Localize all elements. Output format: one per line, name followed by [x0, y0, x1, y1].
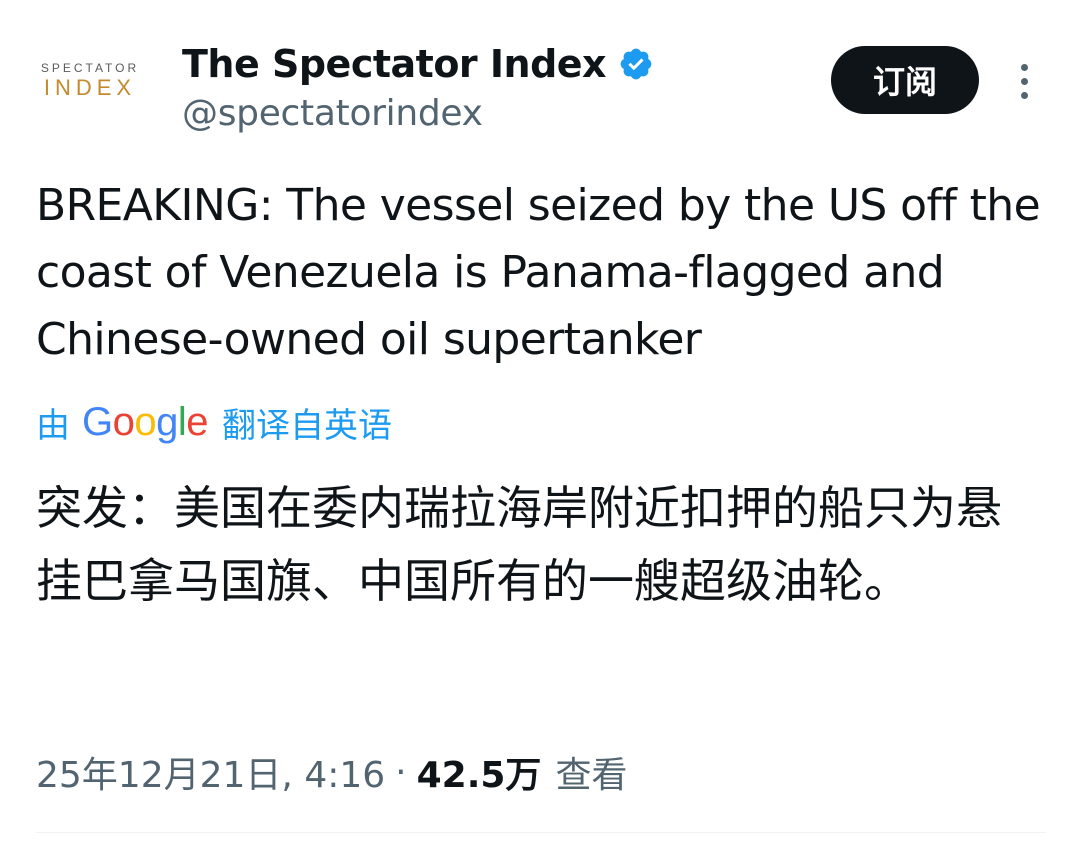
author-handle[interactable]: @spectatorindex [182, 90, 483, 138]
more-dot [1020, 63, 1028, 71]
meta-separator: · [395, 751, 407, 793]
verified-badge-icon [618, 46, 654, 82]
tweet-meta: 25年12月21日, 4:16 · 42.5万 查看 [36, 745, 627, 799]
subscribe-button[interactable]: 订阅 [831, 46, 979, 114]
views-label: 查看 [555, 755, 628, 796]
translated-tweet-text: 突发：美国在委内瑞拉海岸附近扣押的船只为悬挂巴拿马国旗、中国所有的一艘超级油轮。 [36, 481, 1002, 608]
divider [36, 832, 1046, 833]
translation-attribution[interactable]: 由 Google 翻译自英语 [36, 396, 392, 448]
more-options-icon[interactable] [1004, 56, 1044, 106]
author-display-name[interactable]: The Spectator Index [182, 38, 607, 90]
author-name-row: The Spectator Index [182, 38, 654, 90]
avatar-line2: INDEX [43, 75, 137, 100]
views-count: 42.5万 [416, 755, 542, 796]
more-dot [1020, 91, 1028, 99]
tweet-header: SPECTATOR INDEX The Spectator Index @spe… [0, 0, 1080, 150]
more-dot [1020, 77, 1028, 85]
avatar-line1: SPECTATOR [40, 61, 140, 75]
avatar[interactable]: SPECTATOR INDEX [30, 40, 150, 120]
tweet-text: BREAKING: The vessel seized by the US of… [36, 180, 1041, 365]
translate-by-label: 由 [36, 405, 70, 446]
google-logo-icon: Google [82, 400, 209, 444]
translated-from-label: 翻译自英语 [222, 405, 393, 446]
tweet-timestamp[interactable]: 25年12月21日, 4:16 [36, 746, 385, 798]
